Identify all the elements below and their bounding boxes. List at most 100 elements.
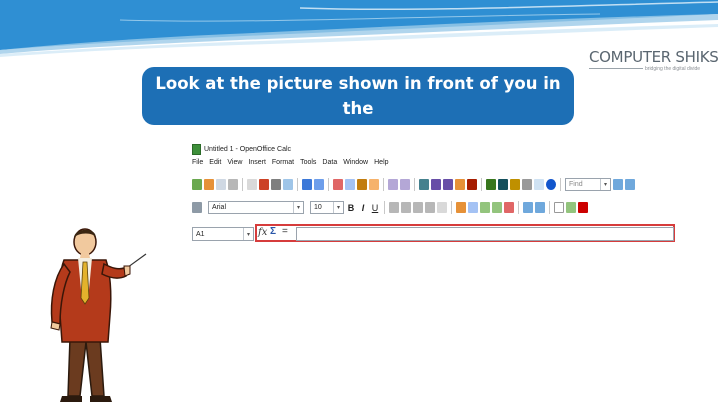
- paste-icon[interactable]: [357, 179, 367, 190]
- function-wizard-icon[interactable]: fx: [258, 227, 267, 238]
- chevron-down-icon[interactable]: ▾: [333, 202, 343, 213]
- find-previous-icon[interactable]: [625, 179, 635, 190]
- autospell-icon[interactable]: [314, 179, 324, 190]
- menu-format[interactable]: Format: [272, 159, 294, 171]
- print-icon[interactable]: [271, 179, 281, 190]
- undo-icon[interactable]: [388, 179, 398, 190]
- font-size-value: 10: [314, 204, 322, 211]
- formula-input[interactable]: [296, 227, 674, 241]
- italic-button[interactable]: I: [358, 203, 368, 213]
- bold-button[interactable]: B: [346, 203, 356, 213]
- font-name-box[interactable]: Arial ▾: [208, 201, 304, 214]
- borders-icon[interactable]: [554, 202, 564, 213]
- chevron-down-icon[interactable]: ▾: [293, 202, 303, 213]
- save-icon[interactable]: [216, 179, 226, 190]
- zoom-icon[interactable]: [534, 179, 544, 190]
- page-preview-icon[interactable]: [283, 179, 293, 190]
- toolbar-separator: [451, 201, 452, 214]
- toolbar-separator: [297, 178, 298, 191]
- font-name-value: Arial: [212, 204, 227, 211]
- menu-edit[interactable]: Edit: [209, 159, 221, 171]
- spellcheck-icon[interactable]: [302, 179, 312, 190]
- toolbar-separator: [242, 178, 243, 191]
- formatting-toolbar: Arial ▾ 10 ▾ B I U: [190, 198, 680, 217]
- question-line-1: Look at the picture shown in front of yo…: [155, 74, 561, 118]
- menu-help[interactable]: Help: [374, 159, 388, 171]
- name-box-value: A1: [196, 230, 205, 238]
- decrease-indent-icon[interactable]: [523, 202, 533, 213]
- toolbar-separator: [560, 178, 561, 191]
- window-title: Untitled 1 - OpenOffice Calc: [204, 145, 292, 153]
- formula-bar: A1 ▾ fx Σ =: [190, 224, 680, 244]
- chevron-down-icon[interactable]: ▾: [243, 228, 253, 240]
- menu-window[interactable]: Window: [343, 159, 368, 171]
- brand-name: COMPUTER SHIKSHA: [589, 48, 718, 66]
- background-color-icon[interactable]: [566, 202, 576, 213]
- find-next-icon[interactable]: [613, 179, 623, 190]
- styles-icon[interactable]: [192, 202, 202, 213]
- email-icon[interactable]: [228, 179, 238, 190]
- brand-logo: COMPUTER SHIKSHA bridging the digital di…: [585, 46, 718, 82]
- menu-view[interactable]: View: [227, 159, 242, 171]
- menu-data[interactable]: Data: [322, 159, 337, 171]
- copy-icon[interactable]: [345, 179, 355, 190]
- toolbar-separator: [383, 178, 384, 191]
- gallery-icon[interactable]: [510, 179, 520, 190]
- brand-tagline: bridging the digital divide: [645, 66, 701, 72]
- chevron-down-icon[interactable]: ▾: [600, 179, 610, 190]
- sort-descending-icon[interactable]: [443, 179, 453, 190]
- align-left-icon[interactable]: [389, 202, 399, 213]
- increase-indent-icon[interactable]: [535, 202, 545, 213]
- justify-icon[interactable]: [425, 202, 435, 213]
- name-box[interactable]: A1 ▾: [192, 227, 254, 241]
- underline-button[interactable]: U: [370, 203, 380, 213]
- toolbar-separator: [328, 178, 329, 191]
- window-titlebar: Untitled 1 - OpenOffice Calc: [192, 142, 291, 156]
- redo-icon[interactable]: [400, 179, 410, 190]
- new-doc-icon[interactable]: [192, 179, 202, 190]
- percent-format-icon[interactable]: [468, 202, 478, 213]
- toolbar-separator: [414, 178, 415, 191]
- toolbar-separator: [518, 201, 519, 214]
- find-box[interactable]: Find ▾: [565, 178, 611, 191]
- export-pdf-icon[interactable]: [259, 179, 269, 190]
- logo-divider: [589, 68, 643, 69]
- edit-file-icon[interactable]: [247, 179, 257, 190]
- draw-functions-icon[interactable]: [467, 179, 477, 190]
- clone-format-icon[interactable]: [369, 179, 379, 190]
- hyperlink-icon[interactable]: [419, 179, 429, 190]
- standard-toolbar: Find ▾: [190, 175, 680, 194]
- find-replace-icon[interactable]: [486, 179, 496, 190]
- add-decimal-icon[interactable]: [492, 202, 502, 213]
- question-box: Look at the picture shown in front of yo…: [142, 67, 574, 143]
- calc-app-icon: [192, 143, 201, 155]
- menu-insert[interactable]: Insert: [248, 159, 266, 171]
- function-equals-icon[interactable]: =: [282, 226, 288, 237]
- menu-tools[interactable]: Tools: [300, 159, 316, 171]
- menu-file[interactable]: File: [192, 159, 203, 171]
- cut-icon[interactable]: [333, 179, 343, 190]
- open-icon[interactable]: [204, 179, 214, 190]
- merge-cells-icon[interactable]: [437, 202, 447, 213]
- align-right-icon[interactable]: [413, 202, 423, 213]
- toolbar-separator: [549, 201, 550, 214]
- standard-format-icon[interactable]: [480, 202, 490, 213]
- sort-ascending-icon[interactable]: [431, 179, 441, 190]
- font-size-box[interactable]: 10 ▾: [310, 201, 344, 214]
- calc-window: Untitled 1 - OpenOffice Calc File Edit V…: [190, 140, 680, 246]
- presenter-illustration: [50, 228, 147, 402]
- help-icon[interactable]: [546, 179, 556, 190]
- menu-bar: File Edit View Insert Format Tools Data …: [190, 159, 389, 171]
- toolbar-separator: [481, 178, 482, 191]
- navigator-icon[interactable]: [498, 179, 508, 190]
- insert-chart-icon[interactable]: [455, 179, 465, 190]
- datasources-icon[interactable]: [522, 179, 532, 190]
- delete-decimal-icon[interactable]: [504, 202, 514, 213]
- font-color-icon[interactable]: [578, 202, 588, 213]
- align-center-icon[interactable]: [401, 202, 411, 213]
- sum-icon[interactable]: Σ: [270, 226, 276, 237]
- slide: COMPUTER SHIKSHA bridging the digital di…: [0, 0, 718, 410]
- find-placeholder: Find: [569, 181, 583, 188]
- currency-format-icon[interactable]: [456, 202, 466, 213]
- toolbar-separator: [384, 201, 385, 214]
